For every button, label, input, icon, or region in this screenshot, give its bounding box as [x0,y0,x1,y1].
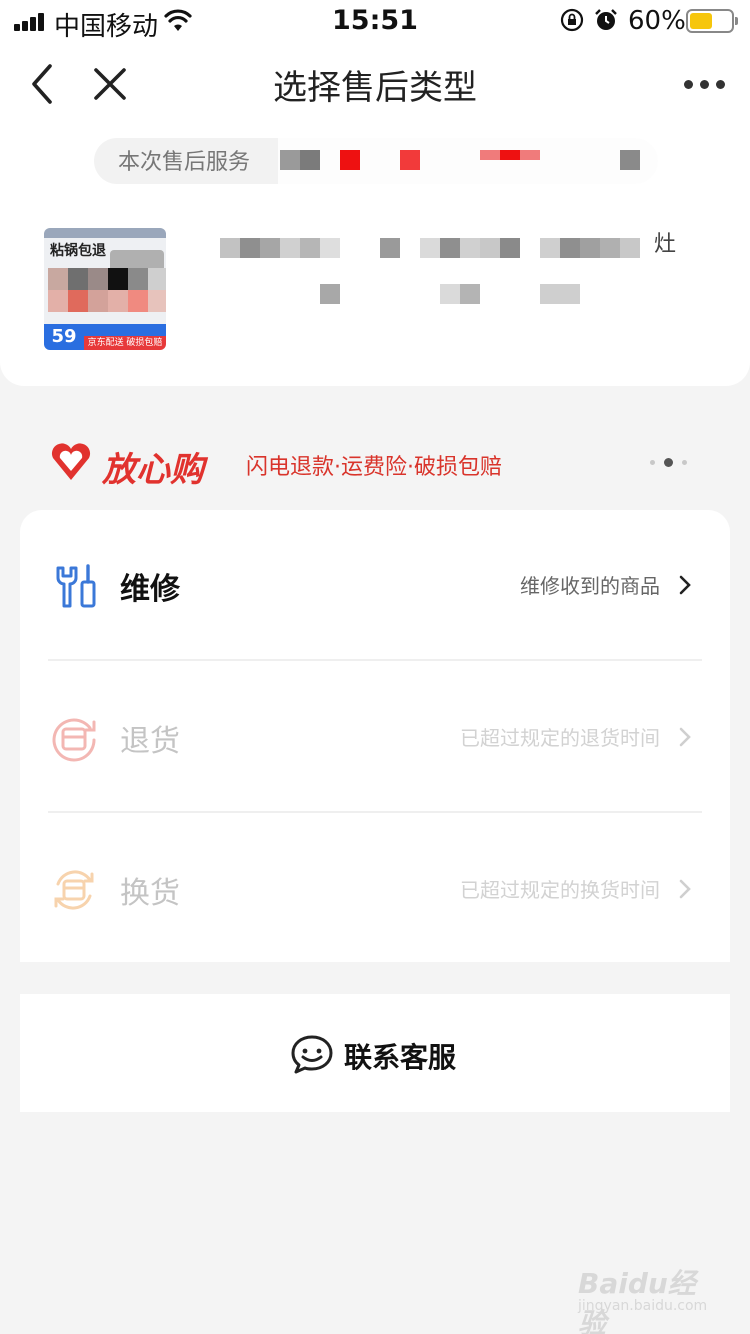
divider [48,659,702,661]
nav-bar: 选择售后类型 [0,44,750,124]
redacted-service-number [94,128,658,188]
option-label: 退货 [120,724,180,759]
product-card: 本次售后服务 粘锅包退 59 京东配送 破损包赔 灶 [0,124,750,386]
thumb-price: 59 [44,324,84,350]
option-desc: 维修收到的商品 [520,574,660,598]
alarm-icon [595,9,617,30]
product-thumbnail[interactable]: 粘锅包退 59 京东配送 破损包赔 [44,228,166,350]
product-name-tail: 灶 [654,232,677,257]
pager-dots [648,458,692,468]
baidu-watermark: Baidu经验 jingyan.baidu.com [578,1262,718,1334]
after-sale-options: 维修 维修收到的商品 退货 已超过规定的退货时间 换货 已超过规定的换货时间 [20,510,730,962]
assurance-banner[interactable]: 放心购 闪电退款·运费险·破损包赔 [50,440,710,490]
status-bar: 中国移动 15:51 60% [0,0,750,44]
assurance-brand: 放心购 [102,450,204,490]
more-dots-icon[interactable] [678,70,730,98]
redacted-product-name [210,228,680,348]
exchange-box-icon [54,870,94,910]
customer-service-chat-icon [291,1035,333,1074]
option-label: 换货 [120,876,180,911]
return-box-icon [52,718,96,762]
option-desc: 已超过规定的退货时间 [460,726,660,750]
chevron-right-icon [679,575,691,595]
page-title: 选择售后类型 [273,68,477,108]
thumb-title: 粘锅包退 [50,243,106,259]
thumb-tag: 京东配送 破损包赔 [84,336,166,350]
repair-tools-icon [56,564,96,608]
option-desc: 已超过规定的换货时间 [460,878,660,902]
divider [48,811,702,813]
orientation-lock-icon [560,8,584,32]
watermark-url: jingyan.baidu.com [578,1298,708,1314]
heart-shield-icon [51,443,91,480]
chevron-right-icon [679,879,691,899]
option-return[interactable]: 退货 已超过规定的退货时间 [20,662,730,814]
option-exchange[interactable]: 换货 已超过规定的换货时间 [20,814,730,966]
chevron-right-icon [679,727,691,747]
assurance-features: 闪电退款·运费险·破损包赔 [246,455,502,480]
contact-service-button[interactable]: 联系客服 [20,994,730,1112]
contact-inner: 联系客服 [290,1032,490,1076]
battery-icon [686,9,738,33]
service-number-pill: 本次售后服务 [94,128,658,188]
battery-percent: 60% [628,6,686,36]
contact-label: 联系客服 [344,1041,457,1074]
option-label: 维修 [120,572,180,607]
option-repair[interactable]: 维修 维修收到的商品 [20,510,730,662]
